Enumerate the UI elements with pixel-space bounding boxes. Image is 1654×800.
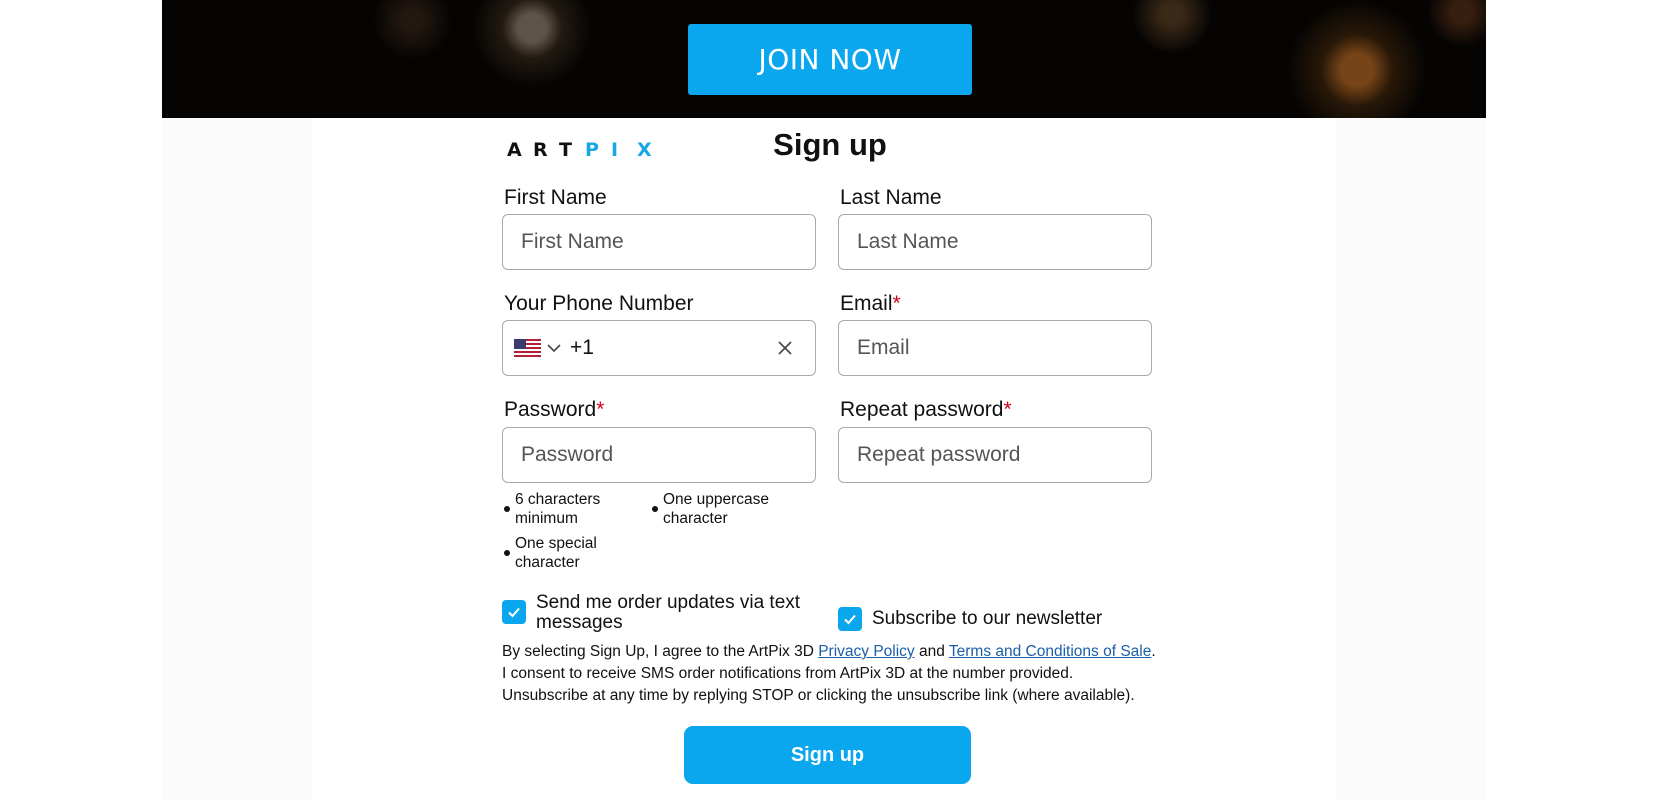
country-code[interactable]: +1	[570, 336, 777, 360]
hint-line: character	[515, 554, 580, 571]
clear-icon[interactable]	[777, 340, 793, 356]
email-label-text: Email	[840, 292, 893, 315]
logo-letter: I	[611, 139, 619, 161]
hint-line: character	[663, 510, 728, 527]
required-mark: *	[1003, 398, 1012, 421]
artpix-logo: A R T P I X	[507, 135, 663, 165]
logo-letter: P	[585, 139, 599, 161]
logo-letter: R	[533, 139, 548, 161]
logo-letter: X	[637, 139, 652, 161]
email-input[interactable]	[839, 336, 1151, 360]
repeat-password-label-text: Repeat password	[840, 398, 1004, 421]
password-input[interactable]	[503, 443, 815, 467]
logo-letter: T	[559, 139, 572, 161]
join-now-button[interactable]: JOIN NOW	[688, 24, 972, 95]
hero-banner: JOIN NOW	[162, 0, 1486, 118]
logo-letter: A	[507, 139, 522, 161]
checkmark-icon	[844, 614, 856, 625]
last-name-label: Last Name	[840, 186, 942, 209]
legal-text: By selecting Sign Up, I agree to the Art…	[502, 643, 819, 660]
repeat-password-label: Repeat password*	[840, 398, 1012, 422]
hint-line: 6 characters	[515, 491, 601, 508]
sms-updates-checkbox[interactable]	[502, 600, 526, 624]
password-hint-length: 6 characters minimum	[504, 490, 600, 528]
repeat-password-field[interactable]	[838, 427, 1152, 483]
last-name-field[interactable]	[838, 214, 1152, 270]
background-panel-right	[1336, 118, 1486, 800]
newsletter-label[interactable]: Subscribe to our newsletter	[872, 609, 1102, 629]
first-name-field[interactable]	[502, 214, 816, 270]
hint-line: One special	[515, 535, 597, 552]
terms-link[interactable]: Terms and Conditions of Sale	[949, 643, 1151, 660]
last-name-input[interactable]	[839, 230, 1151, 254]
required-mark: *	[596, 398, 605, 421]
sign-up-button[interactable]: Sign up	[684, 726, 971, 784]
required-mark: *	[892, 292, 901, 315]
legal-text: and	[914, 643, 949, 660]
password-hint-special: One special character	[504, 534, 597, 572]
repeat-password-input[interactable]	[839, 443, 1151, 467]
phone-label: Your Phone Number	[504, 292, 694, 315]
legal-consent-text: By selecting Sign Up, I agree to the Art…	[502, 641, 1162, 707]
password-label: Password*	[504, 398, 604, 422]
us-flag-icon[interactable]	[514, 339, 541, 357]
sms-updates-label[interactable]: Send me order updates via text messages	[536, 593, 806, 633]
background-panel-left	[162, 118, 312, 800]
password-label-text: Password	[504, 398, 597, 421]
password-hint-uppercase: One uppercase character	[652, 490, 769, 528]
password-field[interactable]	[502, 427, 816, 483]
first-name-label: First Name	[504, 186, 607, 209]
phone-field[interactable]: +1	[502, 320, 816, 376]
page-title: Sign up	[773, 127, 887, 162]
hint-line: minimum	[515, 510, 578, 527]
chevron-down-icon[interactable]	[546, 340, 562, 356]
privacy-policy-link[interactable]: Privacy Policy	[818, 643, 914, 660]
checkmark-icon	[508, 607, 520, 618]
hint-line: One uppercase	[663, 491, 769, 508]
newsletter-checkbox[interactable]	[838, 607, 862, 631]
first-name-input[interactable]	[503, 230, 815, 254]
email-label: Email*	[840, 292, 901, 316]
email-field[interactable]	[838, 320, 1152, 376]
